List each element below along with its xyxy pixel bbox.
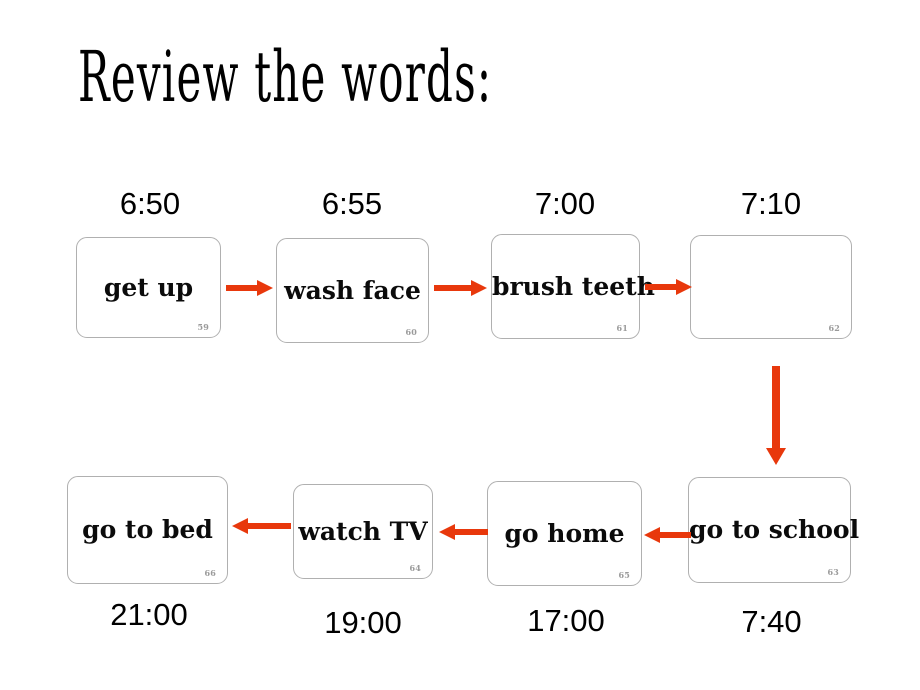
word-card-label: go to bed (82, 514, 213, 544)
word-card-page-number: 65 (618, 570, 630, 580)
word-card-brush-teeth[interactable]: brush teeth 61 (491, 234, 655, 339)
slide-canvas: Review the words: 6:50 6:55 7:00 7:10 ge… (0, 0, 920, 690)
word-card-label: brush teeth (492, 271, 655, 301)
arrow-brush-teeth-to-eat-breakfast (645, 276, 693, 298)
time-label-go-to-school: 7:40 (741, 604, 802, 639)
word-card-page-number: 60 (405, 327, 417, 337)
word-card-page-number: 59 (197, 322, 209, 332)
word-card-label: watch TV (298, 516, 428, 546)
word-card-go-to-school[interactable]: go to school 63 (688, 477, 860, 583)
word-card-page-number: 66 (204, 568, 216, 578)
word-card-page-number: 63 (827, 567, 839, 577)
time-label-eat-breakfast: 7:10 (740, 186, 802, 221)
time-label-brush-teeth: 7:00 (534, 186, 596, 221)
word-card-page-number: 64 (409, 563, 421, 573)
word-card-eat-breakfast[interactable]: 62 (690, 235, 852, 339)
time-label-go-home: 17:00 (527, 603, 605, 638)
arrow-get-up-to-wash-face (226, 277, 274, 299)
time-label-wash-face: 6:55 (321, 186, 383, 221)
word-card-label: go to school (689, 514, 860, 544)
arrow-go-home-to-watch-tv (436, 521, 488, 543)
word-card-go-to-bed[interactable]: go to bed 66 (67, 476, 228, 584)
word-card-watch-tv[interactable]: watch TV 64 (293, 484, 433, 579)
time-label-get-up: 6:50 (119, 186, 181, 221)
time-label-go-to-bed: 21:00 (110, 597, 188, 632)
word-card-go-home[interactable]: go home 65 (487, 481, 642, 586)
page-title: Review the words: (78, 36, 493, 118)
arrow-go-to-school-to-go-home (641, 524, 691, 546)
word-card-label: wash face (284, 275, 421, 305)
arrow-watch-tv-to-go-to-bed (229, 515, 291, 537)
word-card-get-up[interactable]: get up 59 (76, 237, 221, 338)
word-card-page-number: 61 (616, 323, 628, 333)
word-card-page-number: 62 (828, 323, 840, 333)
word-card-label: get up (103, 272, 194, 302)
arrow-wash-face-to-brush-teeth (434, 277, 488, 299)
time-label-watch-tv: 19:00 (324, 605, 402, 640)
arrow-eat-breakfast-to-go-to-school (765, 366, 787, 466)
word-card-wash-face[interactable]: wash face 60 (276, 238, 429, 343)
word-card-label: go home (504, 518, 625, 548)
